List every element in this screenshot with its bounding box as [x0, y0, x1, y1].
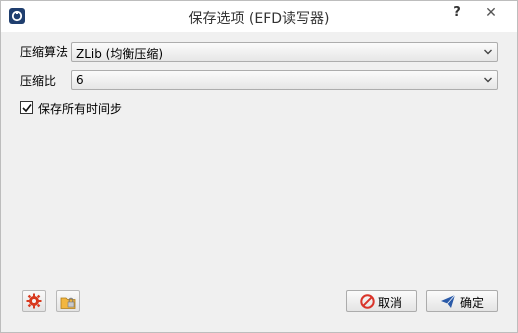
window-title: 保存选项 (EFD读写器)	[188, 11, 330, 27]
compression-ratio-label: 压缩比	[20, 74, 57, 88]
chevron-down-icon	[484, 49, 492, 55]
checkmark-icon	[22, 104, 32, 113]
chevron-down-icon	[484, 77, 492, 83]
cancel-label: 取消	[378, 296, 403, 310]
settings-button[interactable]	[22, 290, 46, 312]
ok-label: 确定	[460, 296, 485, 310]
compression-algorithm-label: 压缩算法	[20, 45, 69, 59]
no-entry-icon	[360, 294, 375, 309]
lock-folder-icon	[60, 297, 76, 309]
title-bar[interactable]: 保存选项 (EFD读写器) ? ✕	[1, 1, 517, 32]
save-all-timesteps-label[interactable]: 保存所有时间步	[38, 100, 122, 117]
dialog-window: 保存选项 (EFD读写器) ? ✕ 压缩算法 ZLib (均衡压缩) 压缩比 6…	[0, 0, 518, 333]
compression-ratio-value: 6	[76, 73, 84, 87]
paper-plane-icon	[441, 294, 456, 308]
save-all-timesteps-checkbox[interactable]	[20, 101, 33, 114]
ok-button[interactable]: 确定	[426, 290, 498, 312]
help-button[interactable]: ?	[445, 4, 469, 22]
lock-folder-button[interactable]	[56, 290, 80, 312]
gear-icon	[26, 293, 42, 309]
dialog-body: 压缩算法 ZLib (均衡压缩) 压缩比 6 保存所有时间步 取消 确定	[1, 32, 517, 332]
close-button[interactable]: ✕	[479, 4, 503, 22]
compression-algorithm-select[interactable]: ZLib (均衡压缩)	[71, 42, 498, 62]
compression-ratio-select[interactable]: 6	[71, 70, 498, 90]
compression-algorithm-value: ZLib (均衡压缩)	[76, 47, 164, 61]
cancel-button[interactable]: 取消	[346, 290, 417, 312]
